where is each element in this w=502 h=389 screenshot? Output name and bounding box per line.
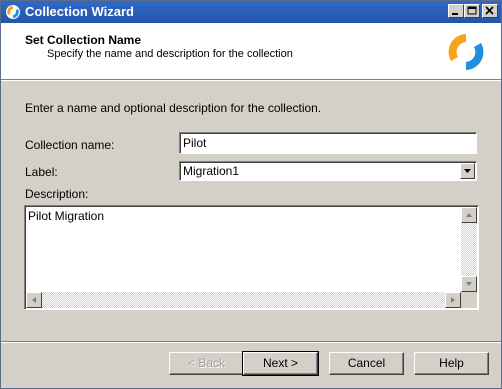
collection-name-input[interactable]: Pilot [179,132,477,154]
wizard-logo-icon [448,34,484,70]
scrollbar-corner [461,292,477,308]
scroll-left-button[interactable] [26,292,42,308]
collection-name-value: Pilot [183,136,207,150]
description-textarea[interactable]: Pilot Migration [24,205,479,310]
label-dropdown-value: Migration1 [183,164,240,178]
close-icon [485,6,494,15]
arrow-right-icon [451,297,455,303]
close-button[interactable] [482,4,498,18]
description-vertical-scrollbar[interactable] [461,207,477,292]
collection-name-label: Collection name: [25,138,115,152]
wizard-logo-icon [6,5,20,19]
label-dropdown-button[interactable] [460,163,475,179]
window-title: Collection Wizard [25,4,134,19]
chevron-down-icon [464,169,471,173]
wizard-header: Set Collection Name Specify the name and… [1,23,501,79]
arrow-left-icon [32,297,36,303]
page-title: Set Collection Name [25,33,142,47]
scroll-right-button[interactable] [445,292,461,308]
minimize-button[interactable] [448,4,464,18]
help-button[interactable]: Help [414,352,489,375]
label-label: Label: [25,165,58,179]
header-divider [1,79,501,81]
collection-wizard-window: Collection Wizard Set Collection Name Sp… [0,0,502,389]
scroll-down-button[interactable] [461,276,477,292]
cancel-button[interactable]: Cancel [329,352,404,375]
arrow-down-icon [466,282,472,286]
minimize-icon [452,13,458,15]
maximize-button[interactable] [464,4,480,18]
scroll-up-button[interactable] [461,207,477,223]
description-label: Description: [25,187,89,201]
description-horizontal-scrollbar[interactable] [26,292,461,308]
description-value: Pilot Migration [28,209,105,223]
label-dropdown[interactable]: Migration1 [179,161,477,181]
next-button[interactable]: Next > [242,351,319,376]
arrow-up-icon [466,213,472,217]
page-subtitle: Specify the name and description for the… [47,48,293,60]
footer-divider [1,341,501,343]
maximize-icon [467,6,477,15]
instruction-text: Enter a name and optional description fo… [25,101,322,115]
title-bar[interactable]: Collection Wizard [1,1,501,23]
back-button[interactable]: < Back [169,352,244,375]
